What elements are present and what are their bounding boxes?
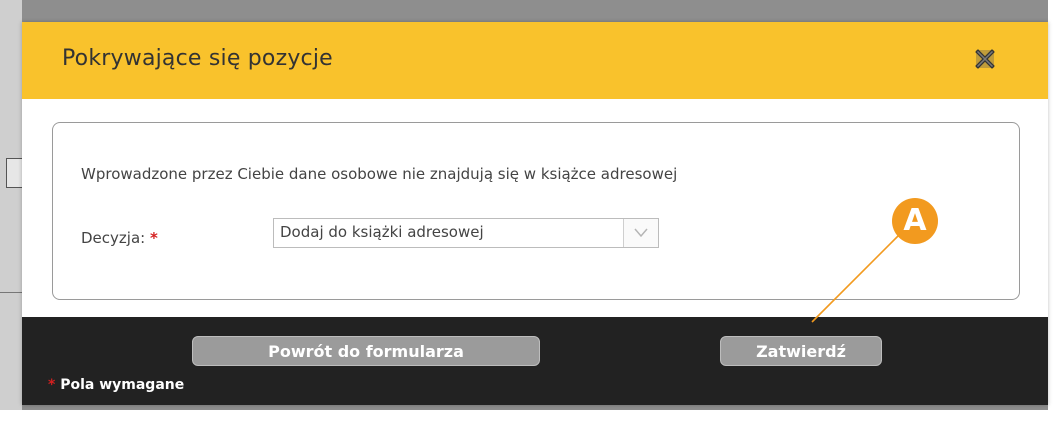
decision-select[interactable]: Dodaj do książki adresowej <box>273 218 659 248</box>
decision-label-text: Decyzja: <box>81 229 146 247</box>
dialog-footer: Powrót do formularza Zatwierdź * Pola wy… <box>22 317 1048 405</box>
background-divider <box>0 292 22 293</box>
background-right-edge <box>1048 0 1055 423</box>
chevron-down-icon <box>634 228 648 238</box>
background-page-strip <box>0 0 23 410</box>
decision-label: Decyzja: * <box>81 229 158 247</box>
dialog-header: Pokrywające się pozycje <box>22 22 1048 99</box>
dialog-title: Pokrywające się pozycje <box>62 46 333 71</box>
required-fields-note: * Pola wymagane <box>48 377 184 393</box>
select-arrow-button[interactable] <box>623 219 658 247</box>
annotation-marker-a: A <box>892 198 938 244</box>
required-marker: * <box>149 229 158 247</box>
close-icon[interactable] <box>974 48 996 70</box>
decision-panel: Wprowadzone przez Ciebie dane osobowe ni… <box>52 122 1020 300</box>
decision-select-value: Dodaj do książki adresowej <box>280 223 484 241</box>
info-message: Wprowadzone przez Ciebie dane osobowe ni… <box>81 165 678 183</box>
confirm-button[interactable]: Zatwierdź <box>720 336 882 366</box>
back-to-form-button[interactable]: Powrót do formularza <box>192 336 540 366</box>
background-input-edge <box>6 158 23 188</box>
required-note-marker: * <box>48 377 56 393</box>
required-note-text: Pola wymagane <box>60 377 185 393</box>
background-bottom-edge <box>0 410 1055 423</box>
